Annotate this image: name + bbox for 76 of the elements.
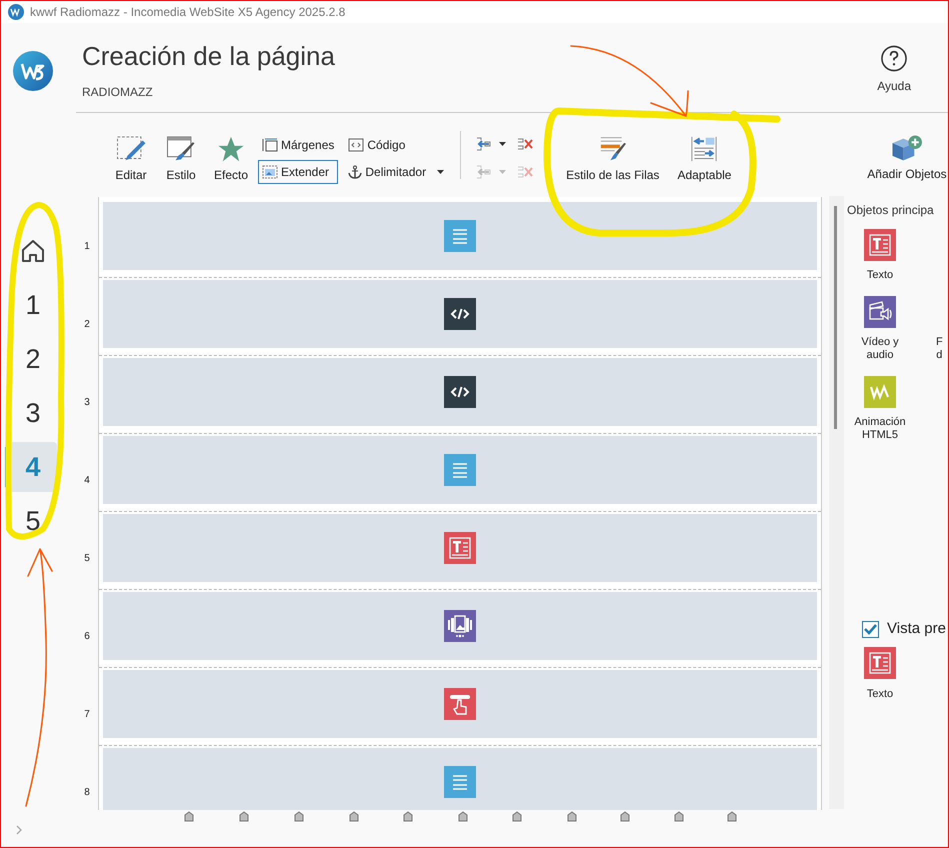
app-logo-icon bbox=[8, 4, 24, 20]
app-logo-icon bbox=[13, 51, 53, 91]
row-number: 4 bbox=[84, 474, 90, 488]
code-object-icon bbox=[444, 298, 476, 330]
scrollbar-thumb[interactable] bbox=[834, 206, 837, 429]
video-object-icon bbox=[864, 296, 896, 328]
help-button[interactable]: Ayuda bbox=[877, 45, 911, 95]
toolbar-button[interactable]: Editar bbox=[106, 136, 156, 184]
list-object-icon bbox=[444, 766, 476, 798]
page-nav-button[interactable]: 5 bbox=[9, 496, 57, 546]
toolbar-button[interactable]: Delimitador bbox=[344, 160, 448, 184]
row-number: 6 bbox=[84, 630, 90, 644]
code-window-icon bbox=[348, 138, 364, 152]
preview-object[interactable]: Texto bbox=[844, 646, 916, 702]
ruler-marker-icon[interactable] bbox=[620, 811, 630, 822]
margins-icon bbox=[262, 138, 278, 152]
caret-icon bbox=[499, 142, 506, 146]
text-object-icon bbox=[444, 532, 476, 564]
page-nav-button[interactable]: 2 bbox=[9, 334, 57, 384]
edit-pencil-icon bbox=[115, 136, 147, 163]
preview-label: Vista pre bbox=[887, 619, 946, 639]
row-number: 3 bbox=[84, 396, 90, 410]
star-icon bbox=[216, 136, 246, 163]
home-icon bbox=[21, 239, 45, 263]
list-object-icon bbox=[444, 220, 476, 252]
ruler-marker-icon[interactable] bbox=[294, 811, 304, 822]
gallery-object-icon bbox=[444, 610, 476, 642]
add-objects-button[interactable]: Añadir Objetos bbox=[866, 135, 948, 183]
ruler-marker-icon[interactable] bbox=[512, 811, 522, 822]
ruler-marker-icon[interactable] bbox=[567, 811, 577, 822]
object-tile[interactable]: Vídeo y audio bbox=[844, 296, 916, 362]
ruler-marker-icon[interactable] bbox=[184, 811, 194, 822]
row-number: 5 bbox=[84, 552, 90, 566]
ruler-marker-icon[interactable] bbox=[458, 811, 468, 822]
row-number: 7 bbox=[84, 708, 90, 722]
window-brush-icon bbox=[165, 136, 197, 163]
ruler-marker-icon[interactable] bbox=[239, 811, 249, 822]
chevron-right-icon bbox=[16, 825, 23, 835]
text-object-icon bbox=[864, 646, 896, 678]
ruler-marker-icon[interactable] bbox=[403, 811, 413, 822]
caret-icon bbox=[437, 170, 444, 174]
preview-checkbox[interactable] bbox=[862, 620, 879, 638]
anchor-icon bbox=[348, 165, 362, 179]
ruler-marker-icon[interactable] bbox=[349, 811, 359, 822]
caret-icon bbox=[499, 170, 506, 174]
toolbar-button[interactable]: Estilo de las Filas bbox=[564, 136, 662, 184]
toolbar-button[interactable]: Extender bbox=[258, 160, 338, 184]
project-name: RADIOMAZZ bbox=[82, 84, 154, 101]
toolbar-button[interactable]: Estilo bbox=[156, 136, 206, 184]
row-number: 8 bbox=[84, 786, 90, 800]
insert-row-icon[interactable] bbox=[475, 136, 492, 152]
object-tile[interactable]: Texto bbox=[844, 229, 916, 282]
page-title: Creación de la página bbox=[82, 40, 336, 72]
text-object-icon bbox=[864, 229, 896, 261]
object-tile[interactable]: Animación HTML5 bbox=[844, 376, 916, 442]
section-heading: Objetos principa bbox=[847, 202, 935, 219]
delete-row-icon[interactable] bbox=[517, 136, 534, 152]
object-tile[interactable]: F d bbox=[916, 296, 946, 362]
list-object-icon bbox=[444, 454, 476, 486]
page-nav-button[interactable]: 3 bbox=[9, 388, 57, 438]
window-title: kwwf Radiomazz - Incomedia WebSite X5 Agency 2025.2.8 bbox=[30, 4, 346, 21]
toolbar-button[interactable]: Efecto bbox=[206, 136, 256, 184]
animation-object-icon bbox=[864, 376, 896, 408]
ruler-marker-icon[interactable] bbox=[727, 811, 737, 822]
button-object-icon bbox=[444, 688, 476, 720]
page-nav-button[interactable]: 1 bbox=[9, 280, 57, 330]
help-icon bbox=[880, 45, 908, 72]
toolbar-button[interactable]: Código bbox=[344, 133, 448, 157]
image-frame-icon bbox=[262, 165, 278, 179]
row-number: 1 bbox=[84, 240, 90, 254]
toolbar-button[interactable]: Márgenes bbox=[258, 133, 338, 157]
row-number: 2 bbox=[84, 318, 90, 332]
toolbar-button[interactable]: Adaptable bbox=[675, 136, 734, 184]
ruler-marker-icon[interactable] bbox=[674, 811, 684, 822]
code-object-icon bbox=[444, 376, 476, 408]
responsive-layout-icon bbox=[689, 136, 720, 162]
